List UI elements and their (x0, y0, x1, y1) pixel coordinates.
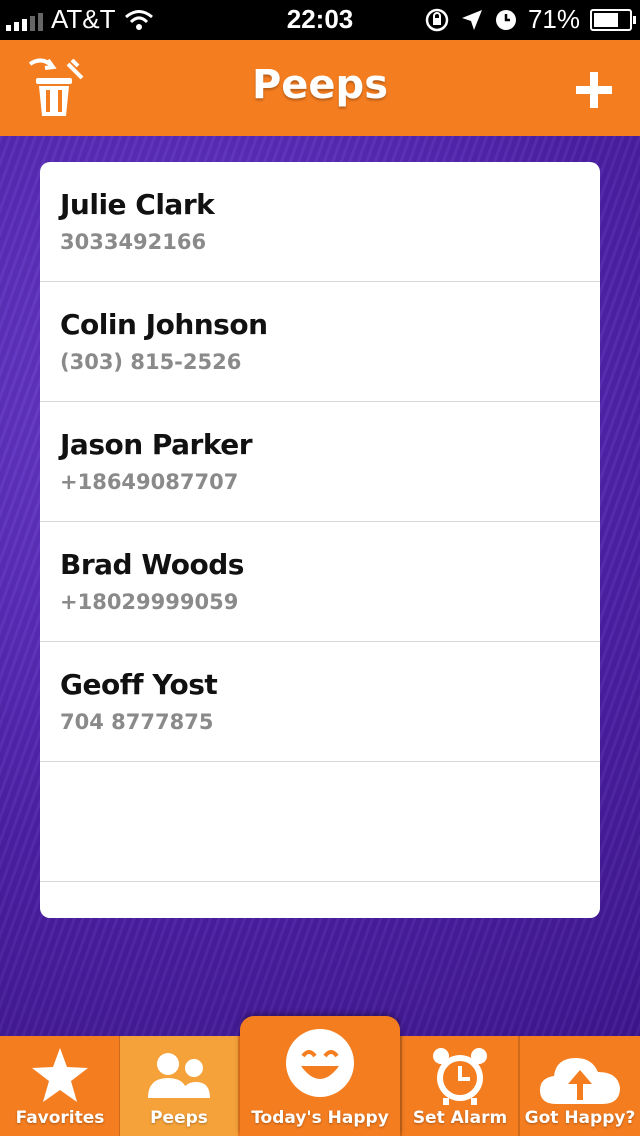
tab-label: Got Happy? (524, 1108, 636, 1128)
status-right: 71% (424, 4, 636, 35)
plus-icon[interactable] (576, 72, 612, 108)
star-icon (32, 1048, 88, 1102)
contact-phone: (303) 815-2526 (60, 350, 242, 374)
contact-phone: +18029999059 (60, 590, 239, 614)
location-icon (461, 9, 482, 30)
contact-name: Brad Woods (60, 548, 244, 581)
tab-label: Favorites (15, 1108, 105, 1128)
nav-bar: Peeps (0, 40, 640, 136)
contact-phone: 704 8777875 (60, 710, 214, 734)
tab-set-alarm[interactable]: Set Alarm (402, 1036, 518, 1136)
smiley-icon (286, 1029, 354, 1097)
battery-percent: 71% (527, 4, 580, 34)
contact-name: Geoff Yost (60, 668, 218, 701)
contact-row[interactable]: Julie Clark 3033492166 (40, 162, 600, 282)
contact-name: Julie Clark (60, 188, 215, 221)
page-title: Peeps (251, 62, 388, 108)
empty-row (40, 762, 600, 882)
cloud-upload-icon (540, 1058, 620, 1104)
contact-row[interactable]: Geoff Yost 704 8777875 (40, 642, 600, 762)
contact-row[interactable]: Brad Woods +18029999059 (40, 522, 600, 642)
contact-list: Julie Clark 3033492166 Colin Johnson (30… (40, 162, 600, 918)
tab-peeps[interactable]: Peeps (120, 1036, 238, 1136)
tab-favorites[interactable]: Favorites (0, 1036, 120, 1136)
battery-icon (590, 8, 636, 31)
tab-label: Set Alarm (412, 1108, 508, 1128)
tab-got-happy[interactable]: Got Happy? (520, 1036, 640, 1136)
people-icon (148, 1053, 210, 1098)
orientation-lock-icon (425, 8, 449, 31)
contact-phone: 3033492166 (60, 230, 207, 254)
alarm-icon (495, 9, 516, 30)
status-bar: AT&T 22:03 71% (0, 0, 640, 40)
contact-name: Colin Johnson (60, 308, 268, 341)
tab-label: Peeps (150, 1108, 208, 1128)
contact-name: Jason Parker (60, 428, 253, 461)
contact-phone: +18649087707 (60, 470, 239, 494)
contact-row[interactable]: Colin Johnson (303) 815-2526 (40, 282, 600, 402)
tab-label: Today's Happy (251, 1108, 389, 1128)
alarm-clock-icon (433, 1048, 487, 1105)
tab-todays-happy[interactable]: Today's Happy (240, 1016, 400, 1136)
contact-row[interactable]: Jason Parker +18649087707 (40, 402, 600, 522)
